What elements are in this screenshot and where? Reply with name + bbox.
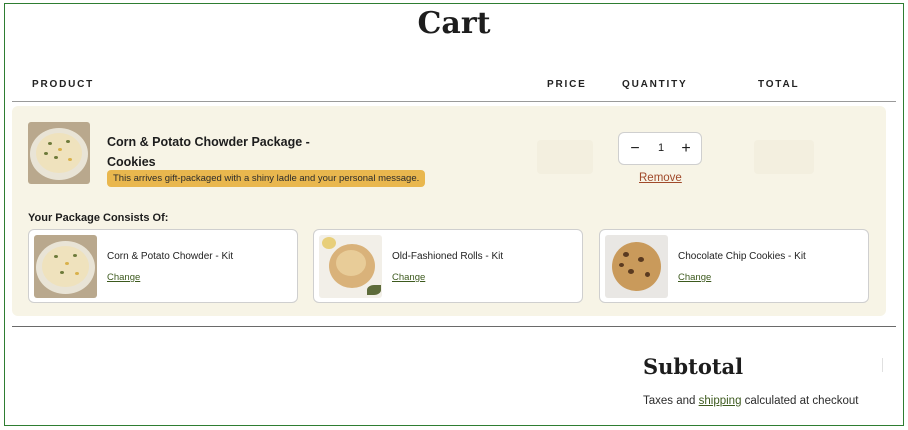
chocolate-chip xyxy=(623,252,629,257)
summary-divider xyxy=(12,326,896,327)
summary-edge-divider xyxy=(882,358,883,372)
change-link[interactable]: Change xyxy=(107,272,140,283)
tax-note-prefix: Taxes and xyxy=(643,395,699,407)
column-header-product: PRODUCT xyxy=(32,79,95,90)
page-title: Cart xyxy=(417,6,491,41)
decrement-button[interactable]: − xyxy=(626,139,644,159)
roll-highlight xyxy=(336,250,366,276)
leaf-shape xyxy=(367,285,381,295)
chocolate-chip xyxy=(619,263,624,267)
increment-button[interactable]: + xyxy=(677,139,695,159)
chocolate-chip xyxy=(645,272,650,277)
component-title: Old-Fashioned Rolls - Kit xyxy=(392,251,504,262)
chowder-bowl-image[interactable] xyxy=(28,122,90,184)
butter-shape xyxy=(322,237,336,249)
garnish-dot xyxy=(68,158,72,161)
component-title: Chocolate Chip Cookies - Kit xyxy=(678,251,806,262)
product-name[interactable]: Corn & Potato Chowder Package - Cookies xyxy=(107,132,337,172)
product-name-line-1: Corn & Potato Chowder Package - xyxy=(107,135,310,149)
garnish-dot xyxy=(73,254,77,257)
garnish-dot xyxy=(58,148,62,151)
garnish-dot xyxy=(44,152,48,155)
change-link[interactable]: Change xyxy=(678,272,711,283)
chocolate-chip xyxy=(638,257,644,262)
garnish-dot xyxy=(66,140,70,143)
package-component-card: Corn & Potato Chowder - Kit Change xyxy=(28,229,298,303)
quantity-value[interactable]: 1 xyxy=(653,142,669,154)
garnish-dot xyxy=(65,262,69,265)
component-title: Corn & Potato Chowder - Kit xyxy=(107,251,234,262)
column-header-total: TOTAL xyxy=(758,79,800,90)
soup-shape xyxy=(36,133,82,173)
garnish-dot xyxy=(54,156,58,159)
shipping-link[interactable]: shipping xyxy=(699,395,742,407)
quantity-stepper: − 1 + xyxy=(618,132,702,165)
bread-roll-image xyxy=(319,235,382,298)
tax-note-suffix: calculated at checkout xyxy=(741,395,859,407)
column-header-price: PRICE xyxy=(547,79,587,90)
total-placeholder xyxy=(754,140,814,174)
tax-shipping-note: Taxes and shipping calculated at checkou… xyxy=(643,395,858,407)
price-placeholder xyxy=(537,140,593,174)
garnish-dot xyxy=(75,272,79,275)
garnish-dot xyxy=(54,255,58,258)
soup-shape xyxy=(42,246,89,287)
gift-note-badge: This arrives gift-packaged with a shiny … xyxy=(107,170,426,187)
cart-line-item: Corn & Potato Chowder Package - Cookies … xyxy=(12,106,886,316)
change-link[interactable]: Change xyxy=(392,272,425,283)
product-name-line-2: Cookies xyxy=(107,155,156,169)
chowder-bowl-image xyxy=(34,235,97,298)
chocolate-chip xyxy=(628,269,634,274)
garnish-dot xyxy=(48,142,52,145)
package-contents-heading: Your Package Consists Of: xyxy=(28,212,169,224)
package-component-card: Old-Fashioned Rolls - Kit Change xyxy=(313,229,583,303)
column-header-quantity: QUANTITY xyxy=(622,79,688,90)
remove-link[interactable]: Remove xyxy=(639,172,682,184)
garnish-dot xyxy=(60,271,64,274)
package-component-card: Chocolate Chip Cookies - Kit Change xyxy=(599,229,869,303)
cookie-image xyxy=(605,235,668,298)
subtotal-heading: Subtotal xyxy=(643,354,744,379)
header-divider xyxy=(12,101,896,102)
